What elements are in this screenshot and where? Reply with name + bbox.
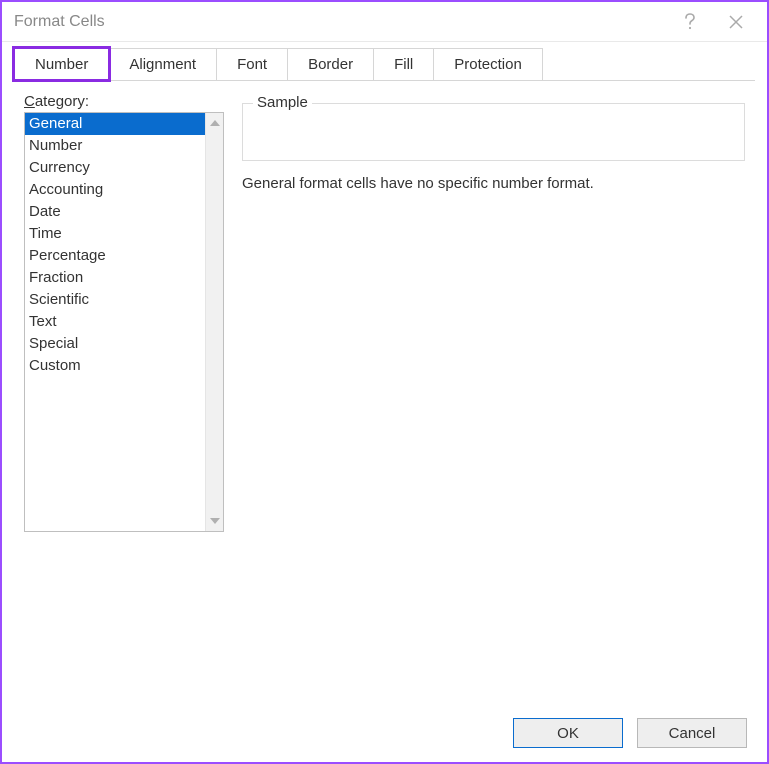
scroll-down-button[interactable] (206, 511, 223, 531)
category-item[interactable]: Number (25, 135, 205, 157)
ok-button[interactable]: OK (513, 718, 623, 748)
tab-fill[interactable]: Fill (373, 48, 434, 80)
tab-alignment[interactable]: Alignment (108, 48, 217, 80)
sample-value (243, 104, 744, 122)
cancel-button[interactable]: Cancel (637, 718, 747, 748)
tab-protection[interactable]: Protection (433, 48, 543, 80)
category-item[interactable]: Date (25, 201, 205, 223)
help-button[interactable] (667, 2, 713, 42)
category-item[interactable]: Custom (25, 355, 205, 377)
tab-number[interactable]: Number (14, 48, 109, 80)
tab-font[interactable]: Font (216, 48, 288, 80)
tab-border[interactable]: Border (287, 48, 374, 80)
category-item[interactable]: Accounting (25, 179, 205, 201)
close-button[interactable] (713, 2, 759, 42)
chevron-up-icon (210, 120, 220, 126)
category-item[interactable]: Scientific (25, 289, 205, 311)
dialog-body: Category: GeneralNumberCurrencyAccountin… (2, 81, 767, 704)
scrollbar[interactable] (205, 113, 223, 531)
category-item[interactable]: Text (25, 311, 205, 333)
category-column: Category: GeneralNumberCurrencyAccountin… (24, 93, 224, 704)
category-description: General format cells have no specific nu… (242, 175, 745, 192)
help-icon (684, 13, 696, 31)
sample-legend: Sample (253, 94, 312, 111)
close-icon (729, 15, 743, 29)
category-item[interactable]: Fraction (25, 267, 205, 289)
category-item[interactable]: Currency (25, 157, 205, 179)
category-item[interactable]: Special (25, 333, 205, 355)
tab-strip: NumberAlignmentFontBorderFillProtection (2, 48, 767, 81)
category-item[interactable]: General (25, 113, 205, 135)
category-listbox[interactable]: GeneralNumberCurrencyAccountingDateTimeP… (24, 112, 224, 532)
category-label: Category: (24, 93, 224, 110)
category-item[interactable]: Percentage (25, 245, 205, 267)
titlebar: Format Cells (2, 2, 767, 42)
format-cells-dialog: Format Cells NumberAlignmentFontBorderFi… (0, 0, 769, 764)
sample-box: Sample (242, 103, 745, 161)
dialog-footer: OK Cancel (2, 704, 767, 762)
category-item[interactable]: Time (25, 223, 205, 245)
dialog-title: Format Cells (14, 13, 105, 31)
chevron-down-icon (210, 518, 220, 524)
scroll-up-button[interactable] (206, 113, 223, 133)
details-column: Sample General format cells have no spec… (242, 93, 745, 704)
